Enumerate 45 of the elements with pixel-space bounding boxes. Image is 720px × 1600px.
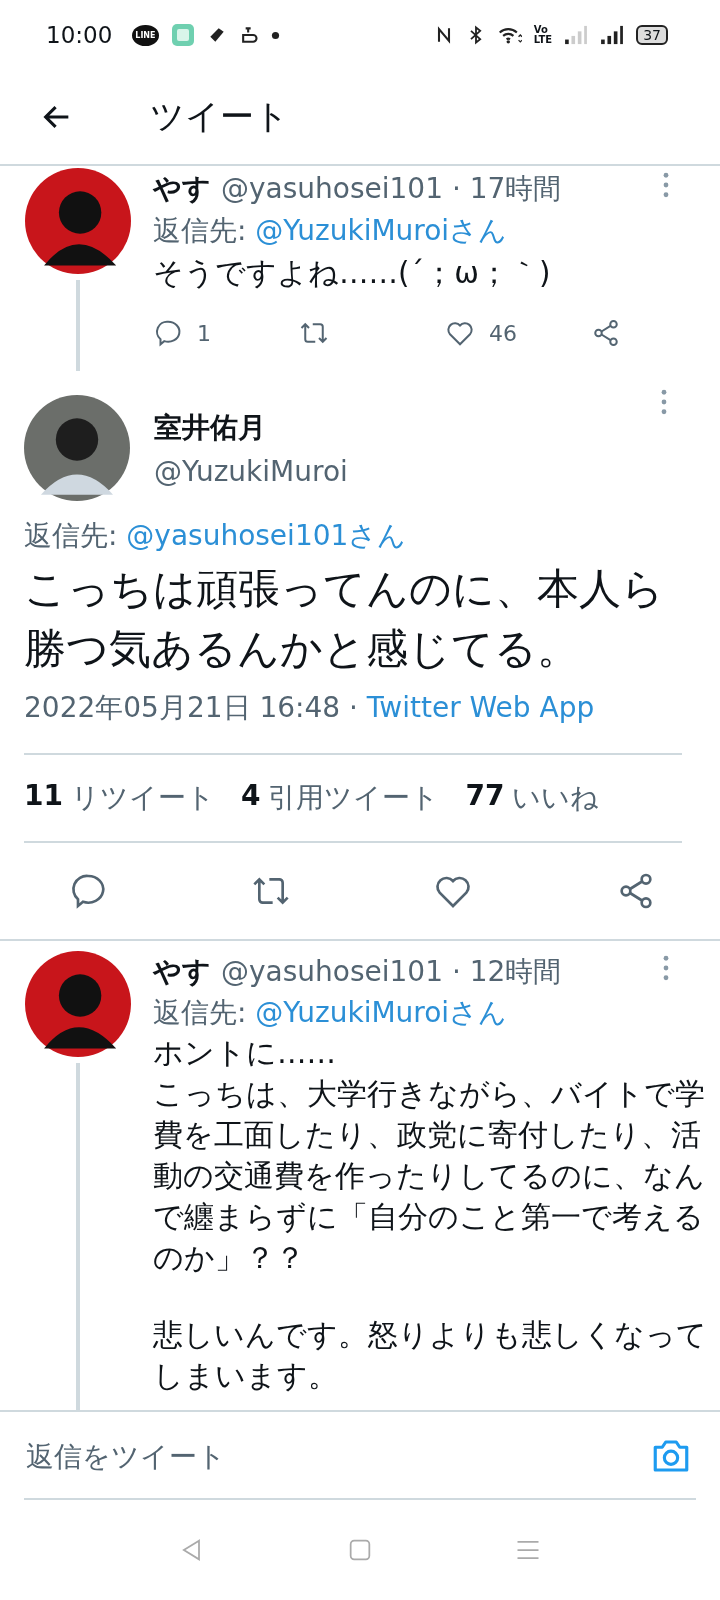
avatar-icon[interactable] (24, 951, 131, 1057)
mention-link[interactable]: @YuzukiMuroiさん (255, 214, 508, 247)
share-icon[interactable] (591, 318, 621, 348)
avatar-icon[interactable] (24, 168, 131, 274)
stat-label[interactable]: いいね (512, 779, 600, 817)
stat-count: 11 (24, 779, 63, 814)
avatar-icon[interactable] (24, 395, 130, 501)
user-name: やす (153, 955, 211, 988)
reply-input-field[interactable]: 返信をツイート (24, 1438, 650, 1474)
more-options-icon[interactable] (660, 389, 668, 415)
tweet-text: こっちは、大学行きながら、バイトで学費を工面したり、政党に寄付したり、活動の交通費を作ったりしてるのに、なんで纏まらずに「自分のこと第一で考えるのか」？？ (153, 1076, 706, 1277)
source-link[interactable]: Twitter Web App (366, 691, 595, 724)
chat-app-icon: LINE (132, 24, 159, 46)
battery-indicator: 37 (636, 25, 668, 45)
signal-icon (564, 25, 589, 45)
stat-label[interactable]: 引用ツイート (268, 779, 440, 817)
tweet-text: 悲しいんです。怒りよりも悲しくなってしまいます。 (153, 1317, 708, 1395)
reply-to-label: 返信先: (153, 214, 248, 247)
user-name: やす (153, 172, 211, 205)
user-handle: @yasuhosei101 · 12時間 (221, 955, 562, 988)
volte-indicator: Vo LTE (533, 25, 553, 45)
tweet-text: そうですよね……(´；ω；｀) (153, 255, 552, 292)
reply-to-label: 返信先: (153, 996, 248, 1029)
mention-link[interactable]: @yasuhosei101さん (126, 519, 407, 552)
user-handle: @YuzukiMuroi (154, 454, 348, 488)
more-options-icon[interactable] (662, 172, 670, 198)
action-count: 1 (197, 320, 211, 346)
app-square-icon (170, 23, 195, 47)
notification-dot-icon (270, 30, 280, 40)
mention-link[interactable]: @YuzukiMuroiさん (255, 996, 508, 1029)
stat-label[interactable]: リツイート (70, 779, 215, 817)
reply-to-label: 返信先: (24, 519, 119, 552)
tweet-text: こっちは頑張ってんのに、本人ら勝つ気あるんかと感じてる。 (24, 563, 665, 675)
signal-icon (600, 25, 625, 45)
user-name: 室井佑月 (154, 409, 267, 446)
page-title: ツイート (150, 95, 289, 138)
stat-count: 4 (240, 779, 261, 814)
stat-count: 77 (465, 779, 505, 814)
reply-icon[interactable] (153, 318, 183, 348)
more-options-icon[interactable] (662, 955, 670, 981)
user-handle: @yasuhosei101 · 17時間 (221, 172, 562, 205)
tweet-text: ホントに…… (153, 1035, 337, 1072)
action-count: 46 (489, 320, 517, 346)
tweet-date: 2022年05月21日 16:48 · (24, 691, 359, 724)
status-time: 10:00 (46, 22, 113, 48)
